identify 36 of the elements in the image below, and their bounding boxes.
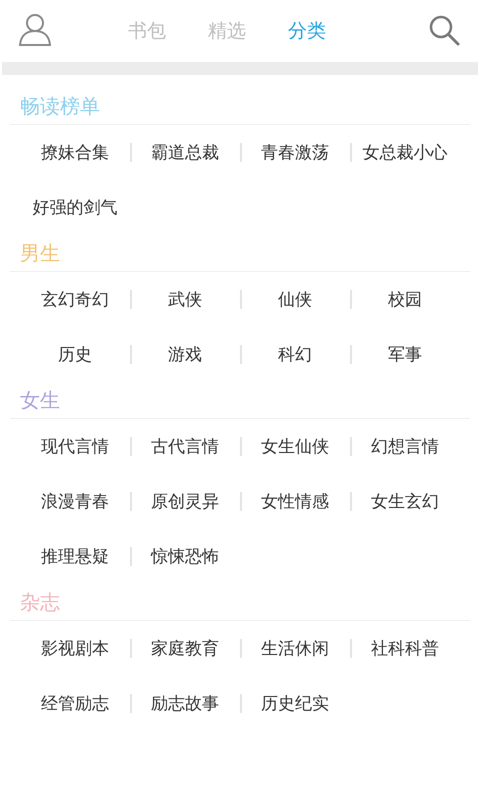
category-link[interactable]: 女生玄幻 [371,490,439,513]
category-link[interactable]: 撩妹合集 [41,141,109,164]
category-link[interactable]: 青春激荡 [261,141,329,164]
category-link[interactable]: 经管励志 [41,692,109,715]
category-link[interactable]: 历史 [58,343,92,366]
category-link[interactable]: 军事 [388,343,422,366]
category-link[interactable]: 励志故事 [151,692,219,715]
category-link[interactable]: 女生仙侠 [261,435,329,458]
category-link[interactable]: 现代言情 [41,435,109,458]
category-link[interactable]: 科幻 [278,343,312,366]
category-link[interactable]: 社科科普 [371,637,439,660]
category-link[interactable]: 幻想言情 [371,435,439,458]
section-title: 杂志 [20,590,60,614]
category-link[interactable]: 家庭教育 [151,637,219,660]
category-link[interactable]: 浪漫青春 [41,490,109,513]
category-link[interactable]: 惊悚恐怖 [151,545,219,568]
category-link[interactable]: 仙侠 [278,288,312,311]
category-link[interactable]: 原创灵异 [151,490,219,513]
section-title: 畅读榜单 [20,94,100,118]
category-link[interactable]: 女性情感 [261,490,329,513]
category-link[interactable]: 霸道总裁 [151,141,219,164]
category-link[interactable]: 生活休闲 [261,637,329,660]
category-link[interactable]: 好强的剑气 [32,196,118,219]
user-icon[interactable] [18,14,52,46]
category-link[interactable]: 玄幻奇幻 [41,288,109,311]
section-title: 女生 [20,388,60,412]
category-link[interactable]: 影视剧本 [41,637,109,660]
category-link[interactable]: 女总裁小心 [362,141,448,164]
search-icon[interactable] [428,14,460,46]
category-link[interactable]: 古代言情 [151,435,219,458]
category-link[interactable]: 校园 [388,288,422,311]
category-link[interactable]: 历史纪实 [261,692,329,715]
category-link[interactable]: 武侠 [168,288,202,311]
category-link[interactable]: 推理悬疑 [41,545,109,568]
category-link[interactable]: 游戏 [168,343,202,366]
section-title: 男生 [20,241,60,265]
